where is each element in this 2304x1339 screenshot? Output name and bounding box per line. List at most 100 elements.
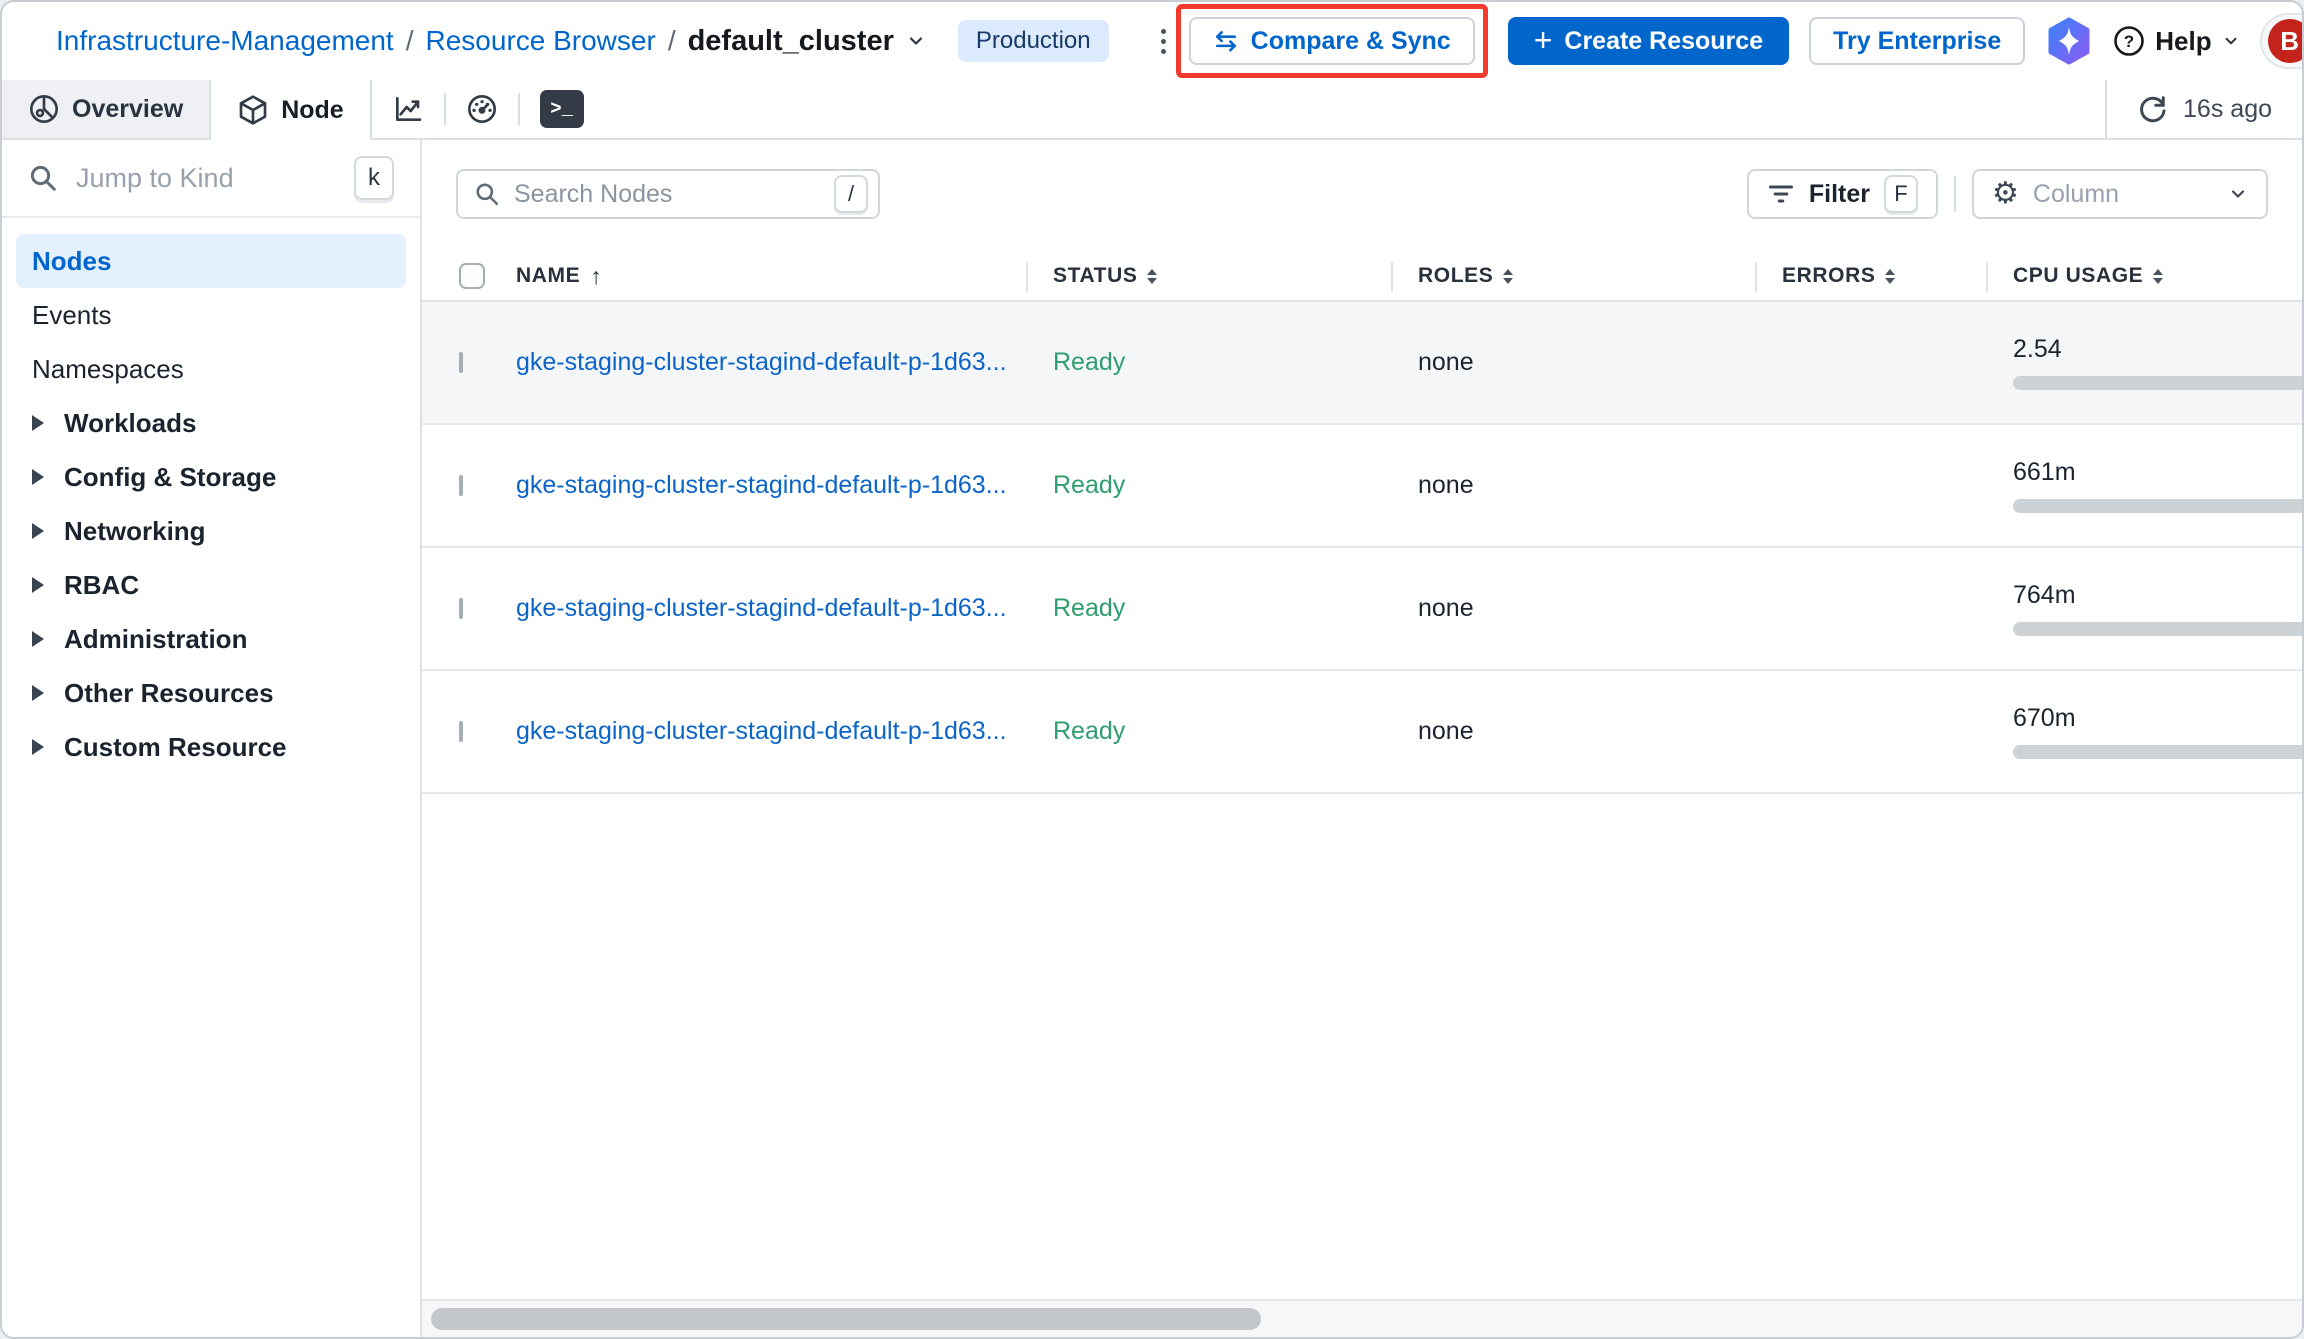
sidebar-group-custom-resource[interactable]: Custom Resource [16,720,406,774]
cpu-usage-bar [2013,622,2302,636]
table-row: gke-staging-cluster-stagind-default-p-1d… [422,548,2302,671]
breadcrumb-resource-browser[interactable]: Resource Browser [426,25,656,57]
help-menu[interactable]: ? Help [2113,25,2239,57]
node-roles: none [1391,348,1755,377]
caret-right-icon [32,739,44,755]
filter-icon [1767,180,1795,208]
sidebar-group-workloads[interactable]: Workloads [16,396,406,450]
cpu-usage-value: 764m [2013,581,2302,610]
search-nodes-placeholder: Search Nodes [514,180,820,209]
tab-node[interactable]: Node [211,80,372,140]
column-header-roles[interactable]: ROLES [1391,252,1755,300]
caret-right-icon [32,469,44,485]
sidebar-group-other-resources[interactable]: Other Resources [16,666,406,720]
sidebar-item-namespaces[interactable]: Namespaces [16,342,406,396]
gear-icon: ⚙ [1992,179,2019,209]
search-icon [474,181,500,207]
column-select[interactable]: ⚙ Column [1972,169,2268,219]
breadcrumb-infrastructure-management[interactable]: Infrastructure-Management [56,25,394,57]
node-roles: none [1391,717,1755,746]
node-name-link[interactable]: gke-staging-cluster-stagind-default-p-1d… [516,717,1007,746]
sidebar-group-administration[interactable]: Administration [16,612,406,666]
refresh-area[interactable]: 16s ago [2105,80,2302,138]
refresh-icon[interactable] [2137,94,2167,124]
kind-nav: Nodes Events Namespaces Workloads Config… [2,218,420,790]
jump-to-kind-search[interactable]: Jump to Kind k [2,140,420,218]
row-checkbox[interactable] [459,598,463,619]
sidebar-group-networking[interactable]: Networking [16,504,406,558]
help-chevron-icon [2222,32,2240,50]
node-status: Ready [1026,471,1391,500]
sidebar-group-config-storage[interactable]: Config & Storage [16,450,406,504]
node-status: Ready [1026,348,1391,377]
node-name-link[interactable]: gke-staging-cluster-stagind-default-p-1d… [516,471,1007,500]
breadcrumb-more-menu-icon[interactable] [1151,23,1176,60]
table-body: gke-staging-cluster-stagind-default-p-1d… [422,302,2302,794]
search-icon [28,163,58,193]
question-circle-icon: ? [2113,25,2145,57]
column-header-name[interactable]: NAME↑ [516,252,1026,300]
breadcrumb-separator: / [406,25,414,57]
select-all-checkbox[interactable] [459,263,485,289]
filter-button[interactable]: Filter F [1747,169,1938,219]
try-enterprise-button[interactable]: Try Enterprise [1809,17,2025,65]
node-name-link[interactable]: gke-staging-cluster-stagind-default-p-1d… [516,348,1007,377]
node-name-link[interactable]: gke-staging-cluster-stagind-default-p-1d… [516,594,1007,623]
caret-right-icon [32,415,44,431]
terminal-icon: >_ [540,90,584,128]
table-row: gke-staging-cluster-stagind-default-p-1d… [422,302,2302,425]
create-resource-button[interactable]: + Create Resource [1508,17,1789,65]
table-row: gke-staging-cluster-stagind-default-p-1d… [422,671,2302,794]
column-header-status[interactable]: STATUS [1026,252,1391,300]
jump-to-kind-placeholder: Jump to Kind [76,163,336,194]
sparkle-ai-icon[interactable] [2045,17,2093,65]
cluster-name[interactable]: default_cluster [688,25,894,58]
column-header-errors[interactable]: ERRORS [1755,252,1986,300]
node-cube-icon [237,94,269,126]
annotation-highlight-box: Compare & Sync [1176,4,1488,78]
search-nodes-input[interactable]: Search Nodes / [456,169,880,219]
tab-metrics-chart[interactable] [372,80,444,138]
controls-divider [1954,176,1956,212]
sidebar-item-events[interactable]: Events [16,288,406,342]
node-status: Ready [1026,717,1391,746]
table-row: gke-staging-cluster-stagind-default-p-1d… [422,425,2302,548]
row-checkbox[interactable] [459,352,463,373]
node-roles: none [1391,594,1755,623]
tab-gauge-dashboard[interactable] [446,80,518,138]
svg-text:?: ? [2124,32,2134,51]
compare-sync-button[interactable]: Compare & Sync [1189,17,1475,65]
tab-terminal[interactable]: >_ [520,80,604,138]
row-checkbox[interactable] [459,475,463,496]
row-checkbox[interactable] [459,721,463,742]
overview-pie-icon [28,93,60,125]
app-window: Infrastructure-Management / Resource Bro… [0,0,2304,1339]
filter-shortcut-badge: F [1884,175,1918,213]
user-menu[interactable]: B [2260,13,2304,69]
horizontal-scrollbar[interactable] [422,1299,2302,1337]
column-header-cpu-usage[interactable]: CPU USAGE [1986,252,2302,300]
caret-right-icon [32,523,44,539]
avatar: B [2268,19,2304,63]
sidebar-group-rbac[interactable]: RBAC [16,558,406,612]
node-status: Ready [1026,594,1391,623]
sort-icon [1503,269,1513,284]
sort-icon [1147,269,1157,284]
tab-overview[interactable]: Overview [2,80,211,138]
cluster-dropdown-chevron-icon[interactable] [906,31,926,51]
cpu-usage-value: 661m [2013,458,2302,487]
refresh-age-label: 16s ago [2183,95,2272,124]
sort-icon [1885,269,1895,284]
cpu-usage-value: 2.54 [2013,335,2302,364]
shortcut-key-badge: k [354,156,394,200]
environment-badge: Production [958,20,1109,62]
gauge-icon [466,93,498,125]
cpu-usage-value: 670m [2013,704,2302,733]
breadcrumb-separator: / [668,25,676,57]
cluster-tab-bar: Overview Node >_ 16s [2,80,2302,140]
cpu-usage-bar [2013,376,2302,390]
slash-shortcut-badge: / [834,175,868,213]
horizontal-scrollbar-thumb[interactable] [431,1308,1261,1330]
sidebar-item-nodes[interactable]: Nodes [16,234,406,288]
breadcrumb: Infrastructure-Management / Resource Bro… [56,20,1176,62]
